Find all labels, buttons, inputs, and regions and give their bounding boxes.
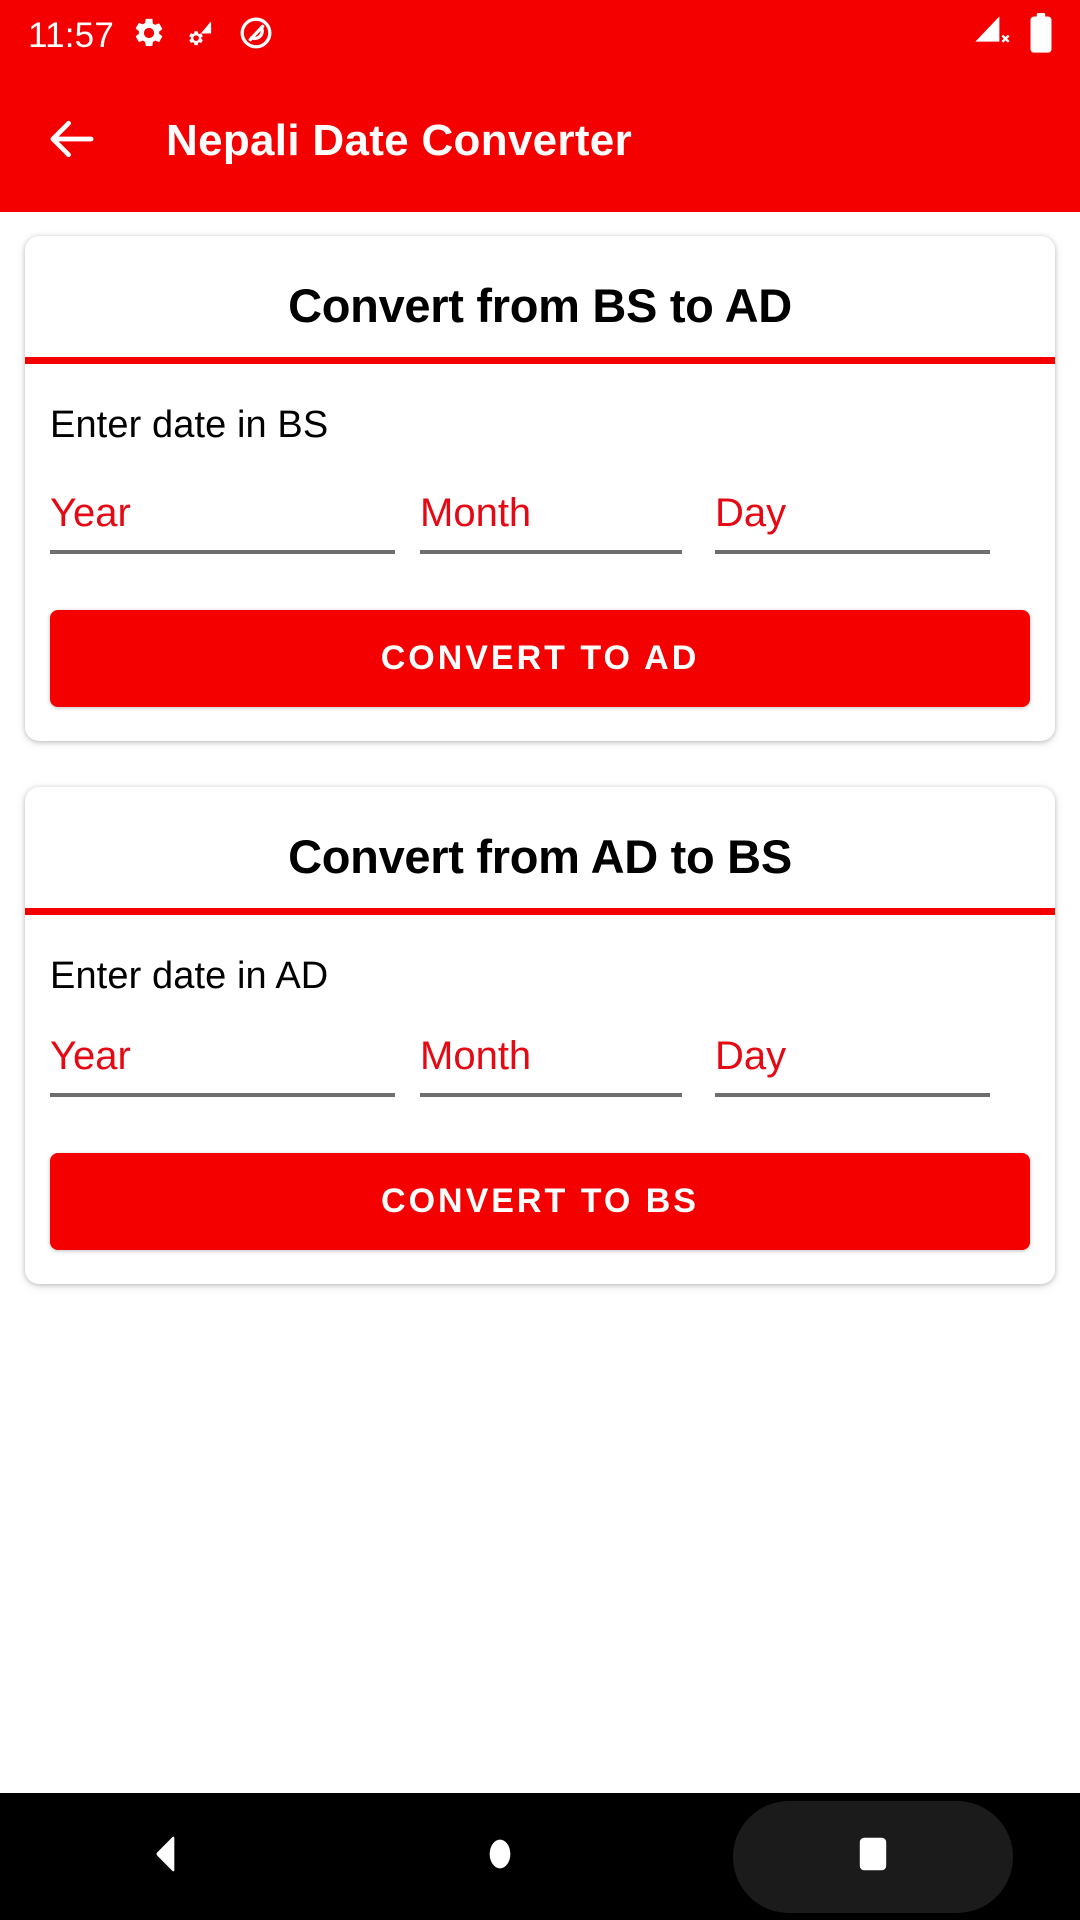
battery-full-icon	[1028, 12, 1054, 59]
status-bar: 11:57	[0, 0, 1080, 70]
status-clock: 11:57	[28, 15, 114, 55]
main-content: Convert from BS to AD Enter date in BS C…	[0, 212, 1080, 1793]
ad-day-field-wrap	[715, 1034, 1030, 1097]
ad-month-input[interactable]	[420, 1034, 682, 1097]
card-ad-to-bs-title: Convert from AD to BS	[288, 830, 792, 883]
card-bs-to-ad-subtitle: Enter date in BS	[50, 404, 329, 446]
ad-month-field-wrap	[420, 1034, 715, 1097]
card-ad-to-bs-subtitle: Enter date in AD	[50, 955, 329, 997]
convert-to-ad-button[interactable]: CONVERT TO AD	[50, 610, 1030, 707]
page-title: Nepali Date Converter	[166, 116, 633, 165]
dnd-circle-slash-icon	[238, 15, 274, 56]
app-bar: Nepali Date Converter	[0, 70, 1080, 212]
card-bs-to-ad-body: Enter date in BS CONVERT TO AD	[25, 364, 1055, 741]
square-recents-icon	[854, 1832, 892, 1881]
bs-date-fields	[50, 491, 1030, 554]
nav-recents-button[interactable]	[733, 1800, 1014, 1913]
card-bs-to-ad-title: Convert from BS to AD	[288, 279, 792, 332]
arrow-left-icon	[45, 112, 99, 171]
status-bar-right	[972, 12, 1054, 59]
card-bs-to-ad: Convert from BS to AD Enter date in BS C…	[25, 236, 1055, 741]
bs-month-input[interactable]	[420, 491, 682, 554]
convert-to-bs-button[interactable]: CONVERT TO BS	[50, 1153, 1030, 1250]
bs-year-input[interactable]	[50, 491, 395, 554]
signal-no-service-icon	[972, 14, 1012, 57]
gear-wifi-icon	[184, 16, 220, 55]
bs-day-field-wrap	[715, 491, 1030, 554]
status-bar-left: 11:57	[28, 15, 274, 56]
card-bs-to-ad-divider	[25, 357, 1055, 364]
bs-month-field-wrap	[420, 491, 715, 554]
card-ad-to-bs-body: Enter date in AD CONVERT TO BS	[25, 915, 1055, 1284]
card-ad-to-bs-divider	[25, 908, 1055, 915]
nav-back-button[interactable]	[67, 1793, 267, 1920]
gear-icon	[132, 16, 166, 55]
android-navigation-bar	[0, 1793, 1080, 1920]
ad-year-field-wrap	[50, 1034, 420, 1097]
ad-date-fields	[50, 1034, 1030, 1097]
card-ad-to-bs: Convert from AD to BS Enter date in AD C…	[25, 787, 1055, 1284]
bs-year-field-wrap	[50, 491, 420, 554]
nav-home-button[interactable]	[400, 1793, 600, 1920]
ad-year-input[interactable]	[50, 1034, 395, 1097]
triangle-back-icon	[145, 1832, 189, 1881]
circle-home-icon	[480, 1832, 520, 1881]
back-button[interactable]	[24, 93, 120, 189]
ad-day-input[interactable]	[715, 1034, 990, 1097]
bs-day-input[interactable]	[715, 491, 990, 554]
